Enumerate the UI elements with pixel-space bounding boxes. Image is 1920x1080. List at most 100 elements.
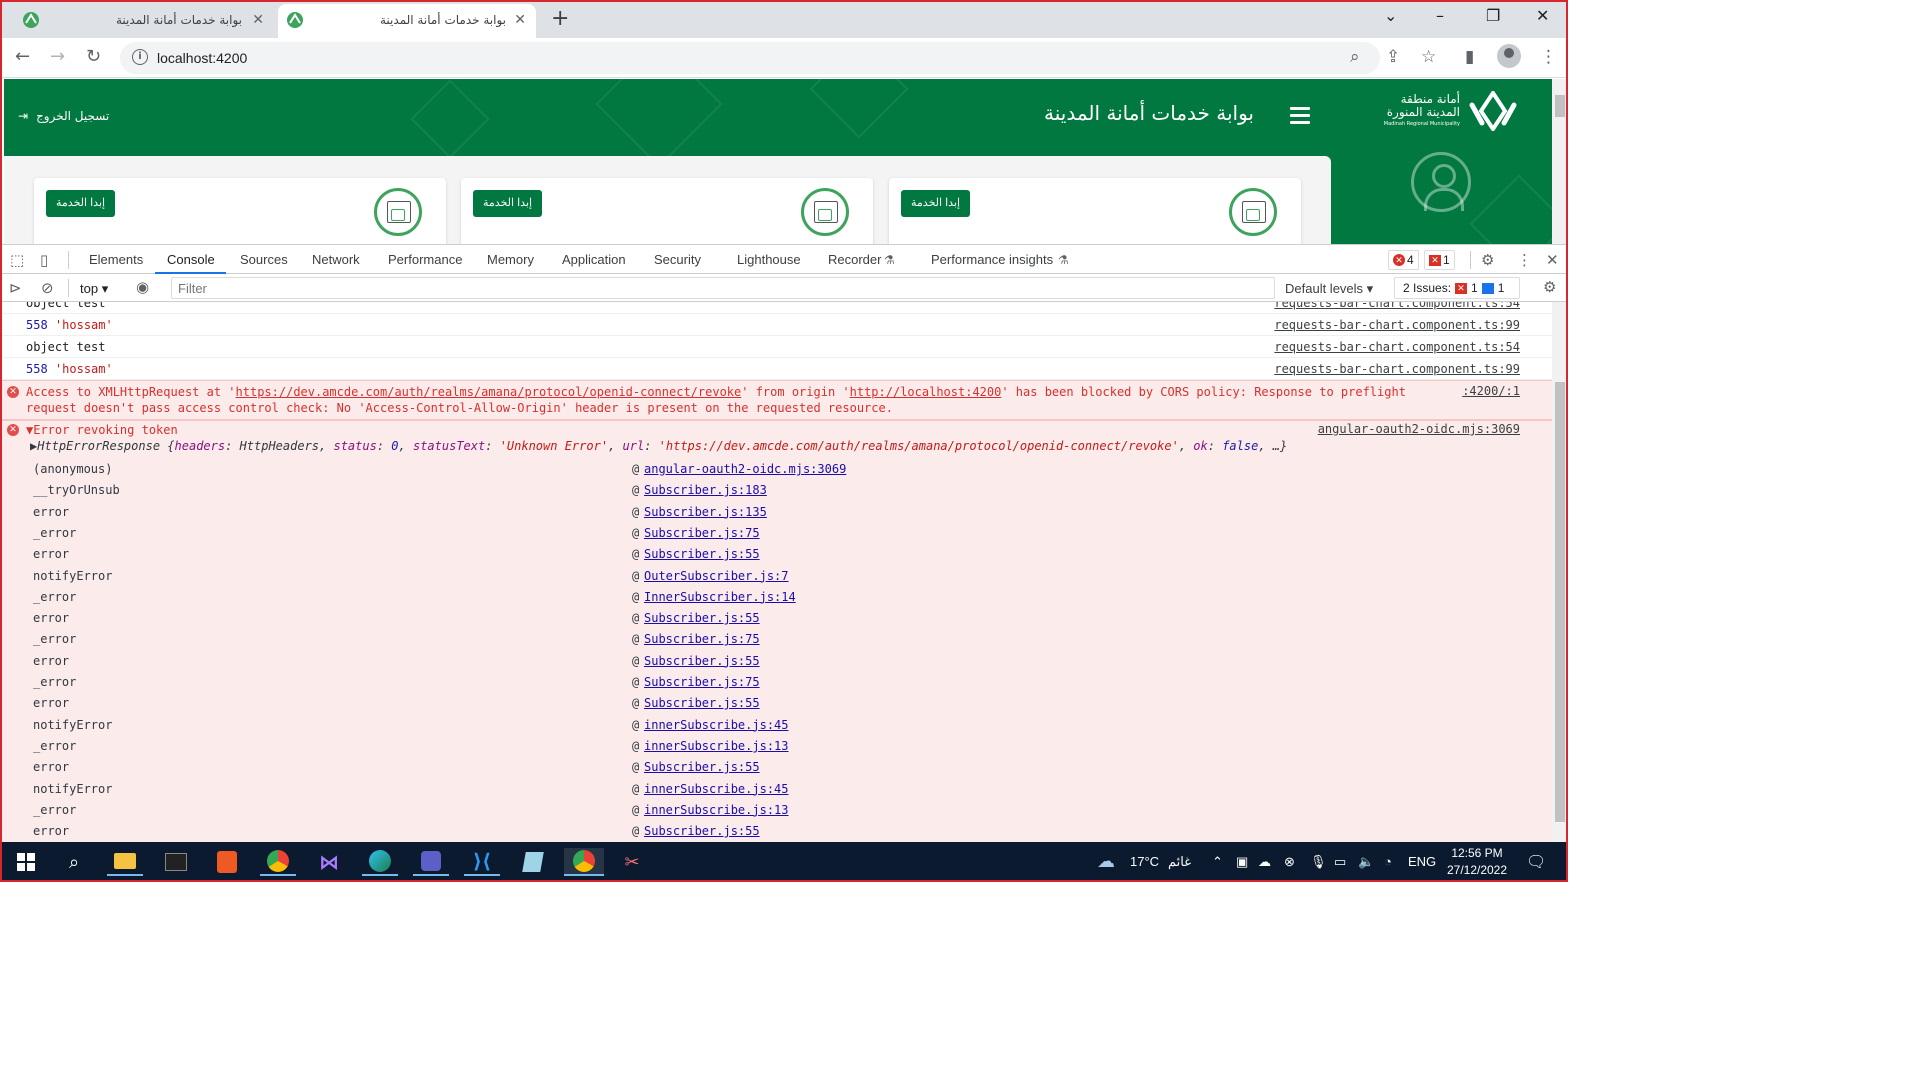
tray-blocked-icon[interactable]: ⊗ xyxy=(1284,854,1295,870)
forward-arrow-icon[interactable]: → xyxy=(50,46,65,67)
logout-button[interactable]: تسجيل الخروج ⇥ xyxy=(18,109,109,123)
site-info-icon[interactable]: i xyxy=(132,49,148,65)
console-scrollbar[interactable] xyxy=(1552,302,1568,842)
issues-button[interactable]: 2 Issues: ✕ 1 1 xyxy=(1394,277,1520,299)
settings-gear-icon[interactable]: ⚙ xyxy=(1481,251,1494,269)
tab-network[interactable]: Network xyxy=(312,252,360,267)
clear-console-icon[interactable]: ⊘ xyxy=(41,279,54,297)
issue-count-badge[interactable]: ✕ 1 xyxy=(1424,250,1455,270)
stack-location-link[interactable]: Subscriber.js:55 xyxy=(644,824,760,838)
page-scrollbar[interactable] xyxy=(1552,79,1568,244)
console-scrollbar-thumb[interactable] xyxy=(1555,382,1565,822)
address-bar[interactable]: i localhost:4200 xyxy=(120,42,1380,74)
sidebar-toggle-icon[interactable]: ⊳ xyxy=(9,279,22,297)
notification-center-icon[interactable]: 🗨 xyxy=(1526,852,1546,872)
revoke-url-link[interactable]: https://dev.amcde.com/auth/realms/amana/… xyxy=(236,385,742,399)
volume-icon[interactable]: 🔈 xyxy=(1358,854,1374,870)
devtools-close-icon[interactable]: ✕ xyxy=(1546,251,1559,269)
console-settings-gear-icon[interactable]: ⚙ xyxy=(1543,278,1556,296)
start-service-button[interactable]: إبدا الخدمة xyxy=(473,190,543,217)
stack-location-link[interactable]: Subscriber.js:135 xyxy=(644,505,767,519)
vscode-icon[interactable]: ⟩⟨ xyxy=(464,848,500,876)
live-expression-eye-icon[interactable]: ◉ xyxy=(136,278,149,296)
start-windows-icon[interactable] xyxy=(8,848,44,876)
stack-location-link[interactable]: Subscriber.js:75 xyxy=(644,632,760,646)
search-icon[interactable]: ⌕ xyxy=(56,848,92,876)
stack-location-link[interactable]: innerSubscribe.js:45 xyxy=(644,782,789,796)
tab-close-icon[interactable]: ✕ xyxy=(252,12,264,28)
tab-close-icon[interactable]: ✕ xyxy=(514,12,526,28)
app-notepad-icon[interactable] xyxy=(515,848,551,876)
revoke-error-title[interactable]: ▼Error revoking token xyxy=(26,422,178,438)
error-count-badge[interactable]: ✕ 4 xyxy=(1388,250,1419,270)
side-panel-icon[interactable]: ▮ xyxy=(1465,47,1474,67)
stack-location-link[interactable]: innerSubscribe.js:13 xyxy=(644,739,789,753)
start-service-button[interactable]: إبدا الخدمة xyxy=(901,190,971,217)
stack-location-link[interactable]: Subscriber.js:55 xyxy=(644,611,760,625)
chrome-menu-icon[interactable]: ⋮ xyxy=(1540,47,1557,67)
log-source-link[interactable]: requests-bar-chart.component.ts:54 xyxy=(1274,340,1520,354)
bookmark-star-icon[interactable]: ☆ xyxy=(1421,47,1436,67)
profile-avatar[interactable] xyxy=(1497,44,1521,68)
tab-application[interactable]: Application xyxy=(562,252,626,267)
tab-lighthouse[interactable]: Lighthouse xyxy=(737,252,801,267)
microphone-icon[interactable]: 🎙 xyxy=(1310,854,1327,870)
app-orange-icon[interactable] xyxy=(209,848,245,876)
log-source-link[interactable]: requests-bar-chart.component.ts:54 xyxy=(1274,302,1520,310)
stack-location-link[interactable]: Subscriber.js:55 xyxy=(644,547,760,561)
tab-search-icon[interactable]: ⌄ xyxy=(1384,6,1397,25)
menu-hamburger-icon[interactable] xyxy=(1290,107,1310,124)
tab-console[interactable]: Console xyxy=(167,252,215,267)
weather-description[interactable]: غائم xyxy=(1168,854,1191,870)
back-arrow-icon[interactable]: ← xyxy=(15,46,30,67)
system-clock[interactable]: 12:56 PM 27/12/2022 xyxy=(1446,845,1508,879)
wifi-icon[interactable]: ◔ xyxy=(1384,854,1392,869)
page-scrollbar-thumb[interactable] xyxy=(1555,95,1565,117)
tab-memory[interactable]: Memory xyxy=(487,252,534,267)
chrome-active-icon[interactable] xyxy=(564,848,604,876)
chrome-icon[interactable] xyxy=(260,848,296,876)
tab-performance[interactable]: Performance xyxy=(388,252,462,267)
user-avatar-icon[interactable] xyxy=(1411,152,1471,212)
stack-location-link[interactable]: Subscriber.js:55 xyxy=(644,696,760,710)
language-indicator[interactable]: ENG xyxy=(1408,854,1436,869)
browser-tab-2[interactable]: بوابة خدمات أمانة المدينة ✕ xyxy=(278,4,536,38)
visual-studio-icon[interactable]: ⋈ xyxy=(311,848,347,876)
zoom-icon[interactable]: ⌕ xyxy=(1350,47,1360,67)
weather-cloud-icon[interactable]: ☁ xyxy=(1097,851,1115,872)
devtools-menu-icon[interactable]: ⋮ xyxy=(1517,251,1532,269)
stack-location-link[interactable]: Subscriber.js:75 xyxy=(644,526,760,540)
stack-location-link[interactable]: Subscriber.js:55 xyxy=(644,760,760,774)
stack-location-link[interactable]: Subscriber.js:55 xyxy=(644,654,760,668)
log-source-link[interactable]: requests-bar-chart.component.ts:99 xyxy=(1274,318,1520,332)
address-url[interactable]: localhost:4200 xyxy=(157,50,247,66)
browser-tab-1[interactable]: بوابة خدمات أمانة المدينة ✕ xyxy=(14,4,276,38)
tab-performance-insights[interactable]: Performance insights xyxy=(931,252,1053,267)
error-source-link[interactable]: :4200/:1 xyxy=(1462,384,1520,398)
stack-location-link[interactable]: OuterSubscriber.js:7 xyxy=(644,569,789,583)
console-filter[interactable] xyxy=(171,277,1275,299)
console-filter-input[interactable] xyxy=(172,278,1274,298)
start-service-button[interactable]: إبدا الخدمة xyxy=(46,190,116,217)
tab-security[interactable]: Security xyxy=(654,252,701,267)
terminal-icon[interactable] xyxy=(158,848,194,876)
inspect-element-icon[interactable]: ⬚ xyxy=(10,251,24,269)
tab-sources[interactable]: Sources xyxy=(240,252,288,267)
log-source-link[interactable]: requests-bar-chart.component.ts:99 xyxy=(1274,362,1520,376)
new-tab-button[interactable]: + xyxy=(551,6,569,31)
stack-location-link[interactable]: InnerSubscriber.js:14 xyxy=(644,590,796,604)
file-explorer-icon[interactable] xyxy=(107,848,143,876)
teams-icon[interactable] xyxy=(413,848,449,876)
weather-temperature[interactable]: 17°C xyxy=(1130,854,1159,869)
stack-location-link[interactable]: Subscriber.js:183 xyxy=(644,483,767,497)
onedrive-icon[interactable]: ☁ xyxy=(1258,854,1271,870)
stack-location-link[interactable]: angular-oauth2-oidc.mjs:3069 xyxy=(644,462,846,476)
snipping-tool-icon[interactable]: ✂ xyxy=(614,848,650,876)
tray-app-icon[interactable]: ▣ xyxy=(1236,854,1248,870)
device-toolbar-icon[interactable]: ▯ xyxy=(40,251,48,269)
stack-location-link[interactable]: Subscriber.js:75 xyxy=(644,675,760,689)
battery-icon[interactable]: ▭ xyxy=(1334,854,1346,870)
origin-link[interactable]: http://localhost:4200 xyxy=(850,385,1002,399)
context-selector[interactable]: top ▾ xyxy=(80,281,108,297)
tab-elements[interactable]: Elements xyxy=(89,252,143,267)
